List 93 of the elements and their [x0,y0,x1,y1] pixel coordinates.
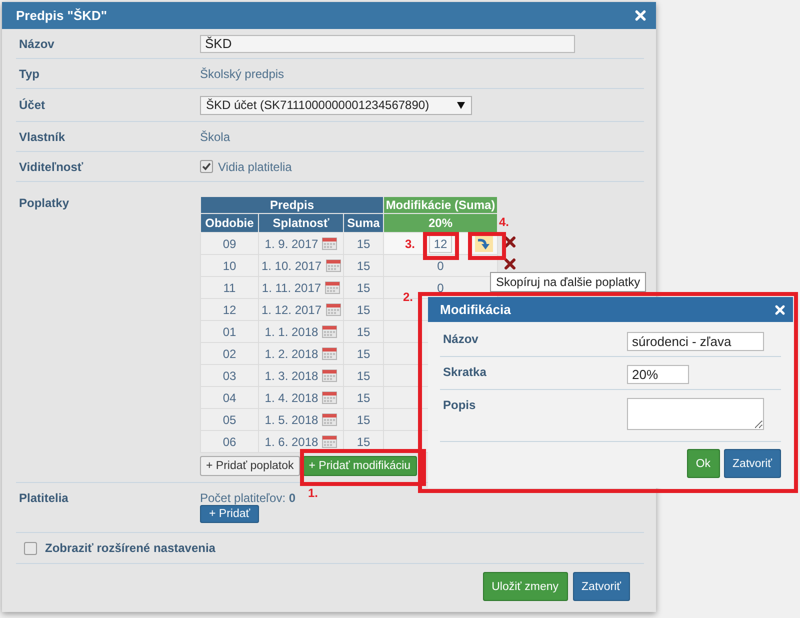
add-payer-button[interactable]: + Pridať [200,505,260,523]
checkbox-label: Zobraziť rozšírené nastavenia [44,541,216,555]
calendar-icon[interactable] [322,435,338,448]
add-button[interactable]: + Pridať poplatok [200,456,300,476]
field-label: Účet [18,98,46,112]
annotation-number: 2. [403,290,414,304]
account-select[interactable]: ŠKD účet (SK7111000000001234567890) [200,96,472,114]
table-cell: 1. 1. 2018 [264,324,318,338]
table-cell: 02 [222,346,236,360]
field-label: Názov [18,36,56,50]
table-cell: 15 [356,390,370,404]
table-cell: 15 [356,236,370,250]
table-cell: 01 [222,324,236,338]
column-header: Obdobie [200,214,258,232]
table-cell: 15 [356,258,370,272]
payer-count: Počet platiteľov: 0 [200,491,296,505]
add-button[interactable]: + Pridať modifikáciu [302,456,417,476]
calendar-icon[interactable] [322,237,338,250]
calendar-icon[interactable] [322,369,338,382]
table-cell: 04 [222,390,236,404]
field-label: Vlastník [18,130,66,144]
calendar-icon[interactable] [326,303,341,316]
table-cell: 06 [222,434,236,448]
delete-icon[interactable] [504,258,516,270]
table-cell: 11 [223,280,236,294]
table-cell: 15 [356,280,370,294]
field-value: Školský predpis [200,66,284,80]
checkbox[interactable] [200,160,213,173]
field-label: Skratka [442,365,488,379]
input-field[interactable]: 20% [627,365,689,384]
name-field[interactable]: ŠKD [200,34,575,52]
highlight-frame [423,232,459,260]
table-cell: 1. 11. 2017 [262,280,322,294]
highlight-frame [468,232,506,260]
table-cell: 1. 12. 2017 [261,302,322,316]
table-cell: 1. 6. 2018 [264,434,318,448]
table-cell: 03 [222,368,236,382]
dialog-button[interactable]: Zatvoriť [724,449,781,478]
calendar-icon[interactable] [326,259,341,272]
field-label: Názov [442,332,480,346]
calendar-icon[interactable] [322,391,338,404]
tooltip: Skopíruj na ďalšie poplatky [490,272,646,292]
column-header: 20% [384,214,498,232]
text-area[interactable] [627,398,764,430]
table-cell: 1. 3. 2018 [264,368,318,382]
field-label: Viditeľnosť [18,160,84,174]
table-cell: 15 [356,302,370,316]
arrow-icon [477,237,491,250]
table-cell: 15 [356,434,370,448]
table-cell: 15 [356,368,370,382]
table-cell: 09 [222,236,236,250]
dialog-button[interactable]: Ok [686,449,720,478]
annotation-number: 1. [308,486,318,500]
table-cell: 15 [356,412,370,426]
table-cell: 15 [356,324,370,338]
column-header: Splatnosť [258,214,344,232]
checkbox[interactable] [24,542,37,554]
footer-button[interactable]: Uložiť zmeny [482,572,568,601]
delete-icon[interactable] [504,236,516,248]
column-group-header: Modifikácie (Suma) [384,196,498,214]
copy-button[interactable] [475,235,493,252]
close-icon[interactable] [635,10,646,21]
table-cell: 10 [222,258,236,272]
table-cell: 1. 4. 2018 [264,390,318,404]
calendar-icon[interactable] [322,325,338,338]
calendar-icon[interactable] [325,281,340,294]
field-label: Poplatky [18,196,70,210]
table-cell: 0 [437,258,444,272]
table-cell: 1. 10. 2017 [261,258,322,272]
table-cell: 12 [222,302,236,316]
table-cell: 1. 5. 2018 [264,412,318,426]
table-cell: 05 [222,412,236,426]
column-group-header: Predpis [200,196,384,214]
field-value: Škola [200,130,230,144]
table-cell: 0 [437,280,444,294]
input-field[interactable]: súrodenci - zľava [627,332,764,351]
table-cell: 1. 2. 2018 [264,346,318,360]
table-cell: 1. 9. 2017 [264,236,318,250]
caret-icon [457,102,465,108]
dialog-title: Modifikácia [440,302,511,317]
field-label: Popis [442,398,477,412]
calendar-icon[interactable] [322,413,338,426]
checkbox-label: Vidia platitelia [218,160,292,174]
close-icon[interactable] [775,304,785,314]
calendar-icon[interactable] [322,347,338,360]
field-label: Platitelia [18,491,70,505]
field-label: Typ [18,66,40,80]
table-cell: 15 [356,346,370,360]
column-header: Suma [344,214,384,232]
dialog-title: Predpis "ŠKD" [16,8,108,23]
annotation-number: 3. [405,237,416,251]
annotation-number: 4. [499,215,510,229]
footer-button[interactable]: Zatvoriť [572,572,630,601]
